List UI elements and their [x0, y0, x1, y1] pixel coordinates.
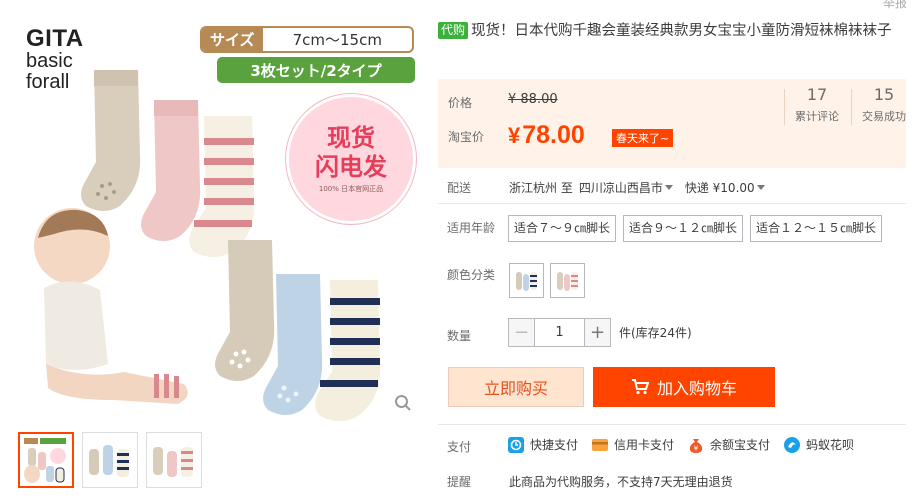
payment-huabei-label: 蚂蚁花呗 [806, 438, 855, 452]
review-count-label: 累计评论 [795, 110, 839, 123]
quantity-stepper: − 1 + 件(库存24件) [508, 318, 692, 347]
taobao-price-label: 淘宝价 [448, 130, 485, 144]
add-to-cart-button[interactable]: 加入购物车 [593, 367, 775, 407]
report-link[interactable]: 举报 [883, 0, 907, 11]
thumbnail-1[interactable] [18, 432, 74, 488]
thumbnail-2[interactable] [82, 432, 138, 488]
ship-method: 快递 ¥10.00 [684, 181, 755, 195]
notice-text: 此商品为代购服务，不支持7天无理由退货 [509, 475, 733, 489]
baby-photo [34, 208, 188, 404]
shipping-info: 浙江杭州 至 四川凉山西昌市 快递 ¥10.00 [509, 179, 771, 196]
divider [438, 424, 906, 425]
age-option-2[interactable]: 适合９～１２㎝脚长 [623, 215, 744, 242]
price-box: 价格 ¥ 88.00 淘宝价 ¥78.00 春天来了~ 17 累计评论 15 交… [438, 79, 906, 168]
age-options: 适合７～９㎝脚长 适合９～１２㎝脚长 适合１２～１５㎝脚长 [508, 215, 883, 242]
size-badge-key: サイズ [202, 28, 263, 51]
ship-from: 浙江杭州 至 [509, 181, 573, 195]
quantity-decrease-button[interactable]: − [508, 318, 535, 347]
age-option-1[interactable]: 适合７～９㎝脚长 [508, 215, 617, 242]
product-title-text: 现货！日本代购千趣会童装经典款男女宝宝小童防滑短袜棉袜袜子 [471, 23, 892, 39]
size-badge-value: 7cm〜15cm [292, 31, 382, 49]
money-bag-icon: ¥ [688, 437, 704, 453]
price-currency: ¥ [508, 123, 521, 148]
set-badge: 3枚セット/2タイプ [217, 57, 415, 83]
payment-credit: 信用卡支付 [592, 436, 674, 453]
color-swatch-2[interactable] [550, 263, 585, 298]
review-count-stat[interactable]: 17 累计评论 [784, 85, 850, 124]
product-title: 代购 现货！日本代购千趣会童装经典款男女宝宝小童防滑短袜棉袜袜子 [438, 20, 906, 42]
color-options [509, 263, 585, 298]
stock-count: 件(库存24件) [619, 326, 692, 340]
thumbnail-3[interactable] [146, 432, 202, 488]
add-to-cart-label: 加入购物车 [656, 379, 737, 398]
sock-striped-navy [315, 280, 381, 421]
quantity-increase-button[interactable]: + [584, 318, 611, 347]
original-price: ¥ 88.00 [508, 92, 558, 107]
daigou-tag: 代购 [438, 22, 469, 39]
age-option-3[interactable]: 适合１２～１５㎝脚长 [750, 215, 883, 242]
chevron-down-icon [756, 185, 765, 190]
quantity-label: 数量 [447, 329, 472, 343]
age-label: 适用年龄 [447, 221, 496, 235]
original-price-label: 价格 [448, 96, 473, 110]
quantity-input[interactable]: 1 [535, 318, 584, 347]
svg-text:¥: ¥ [694, 444, 699, 452]
ship-to-selector[interactable]: 四川凉山西昌市 [579, 179, 679, 196]
stock-badge-line-1: 现货 [327, 123, 375, 152]
cart-icon [631, 379, 649, 395]
payment-huabei: 蚂蚁花呗 [784, 436, 854, 453]
payment-yuebao-label: 余额宝支付 [710, 438, 771, 452]
huabei-icon [784, 436, 801, 453]
buy-now-button[interactable]: 立即购买 [448, 367, 584, 407]
payment-quick-label: 快捷支付 [530, 438, 579, 452]
brand-line-3: forall [26, 71, 70, 94]
credit-card-icon [592, 437, 609, 453]
stock-badge-line-3: 100% 日本官网正品 [318, 185, 384, 194]
main-product-image[interactable]: GITA basic forall サイズ 7cm〜15cm 3枚セット/2タイ… [14, 14, 424, 424]
payment-credit-label: 信用卡支付 [614, 438, 675, 452]
ship-method-selector[interactable]: 快递 ¥10.00 [685, 179, 771, 196]
payment-label: 支付 [447, 440, 472, 454]
payment-quick: 快捷支付 [508, 436, 578, 453]
notice-label: 提醒 [447, 475, 472, 489]
taobao-price: ¥78.00 [508, 121, 585, 150]
quick-pay-icon [508, 436, 524, 453]
review-count: 17 [806, 85, 828, 104]
sales-count: 15 [873, 85, 895, 104]
payment-methods: 快捷支付 信用卡支付 ¥ 余额宝支付 蚂蚁花呗 [508, 436, 868, 453]
size-badge: サイズ 7cm〜15cm [200, 26, 414, 53]
sales-count-label: 交易成功 [862, 110, 906, 123]
chevron-down-icon [664, 185, 673, 190]
color-label: 颜色分类 [447, 268, 496, 282]
sales-count-stat[interactable]: 15 交易成功 [851, 85, 913, 124]
stock-badge: 现货 闪电发 100% 日本官网正品 [286, 94, 416, 224]
ship-to: 四川凉山西昌市 [578, 181, 663, 195]
shipping-label: 配送 [447, 181, 472, 195]
divider [438, 203, 906, 204]
stock-badge-line-2: 闪电发 [315, 152, 387, 181]
magnifier-icon[interactable] [390, 390, 416, 416]
color-swatch-1[interactable] [509, 263, 544, 298]
promo-tag: 春天来了~ [612, 129, 674, 147]
payment-yuebao: ¥ 余额宝支付 [688, 436, 770, 453]
brand-line-1: GITA [26, 25, 84, 52]
thumbnail-strip [18, 432, 202, 488]
brand-logo: GITA basic forall [26, 26, 84, 93]
price-value: 78.00 [522, 121, 585, 149]
brand-line-2: basic [26, 50, 73, 73]
